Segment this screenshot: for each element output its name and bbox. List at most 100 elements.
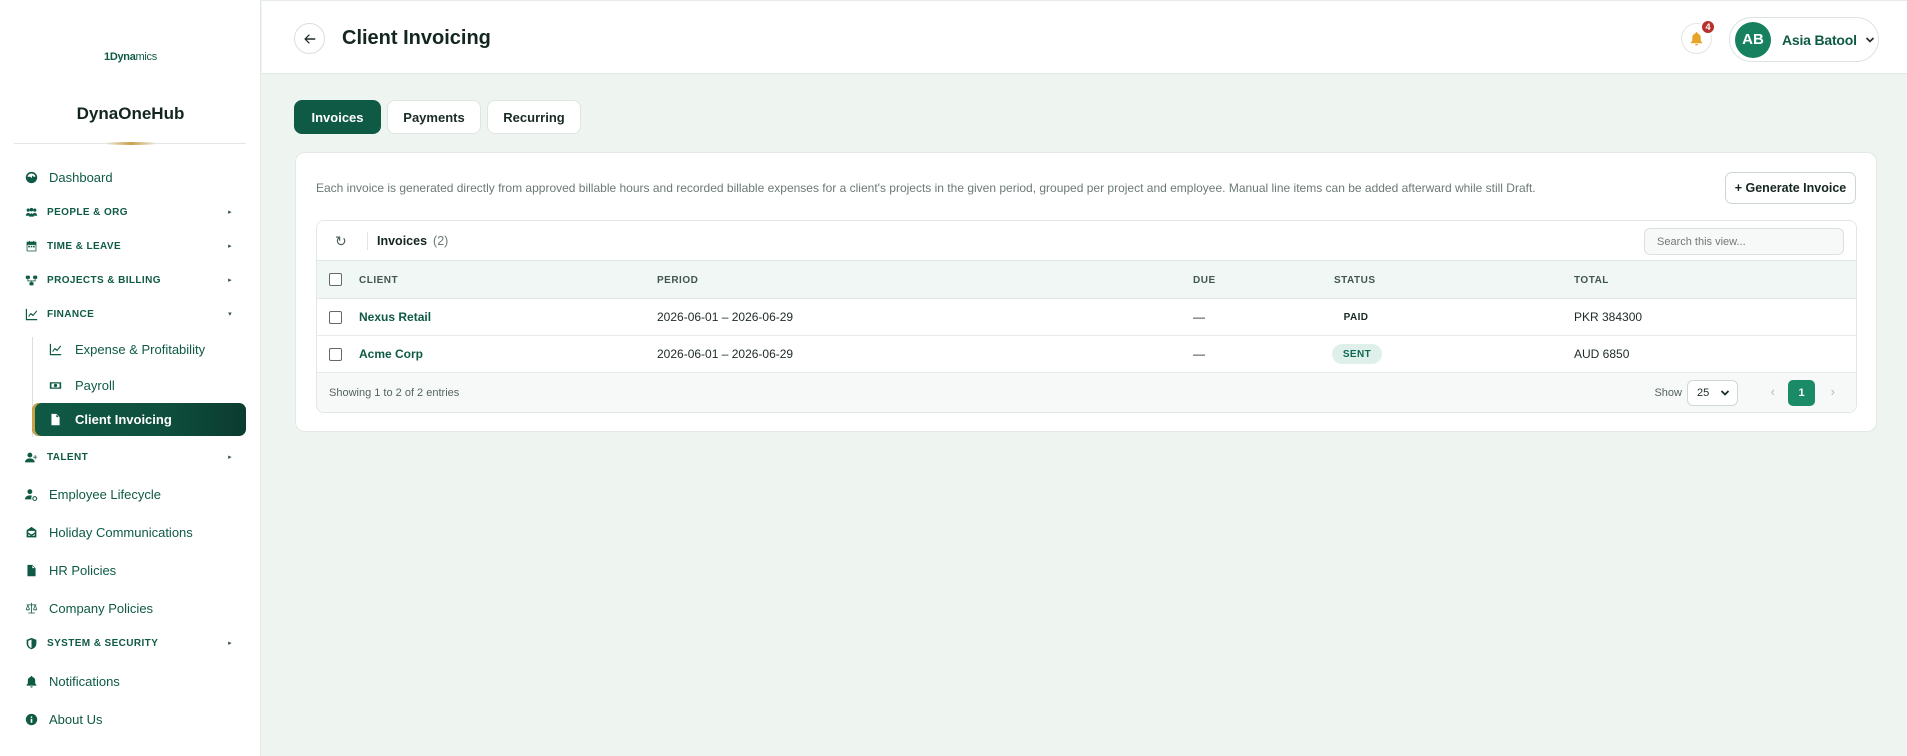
chart-line-icon	[46, 340, 64, 358]
sidebar-item-label: About Us	[49, 711, 103, 727]
invoices-table: ↻ Invoices(2) CLIENT PERIOD DUE STATUS T…	[316, 220, 1857, 413]
column-header-client[interactable]: CLIENT	[359, 275, 398, 286]
sidebar-item-label: PROJECTS & BILLING	[47, 274, 161, 286]
sidebar-section-finance[interactable]: FINANCE ▾	[16, 299, 246, 329]
status-badge: PAID	[1343, 311, 1369, 323]
sidebar-section-talent[interactable]: TALENT ▸	[16, 442, 246, 472]
projects-icon	[22, 271, 40, 289]
client-link[interactable]: Acme Corp	[359, 347, 423, 361]
column-header-total[interactable]: TOTAL	[1574, 275, 1609, 286]
sidebar-section-projects-billing[interactable]: PROJECTS & BILLING ▸	[16, 265, 246, 295]
sidebar-item-payroll[interactable]: Payroll	[32, 370, 246, 400]
sidebar-item-label: Employee Lifecycle	[49, 486, 161, 502]
document-icon	[46, 411, 64, 429]
chevron-right-icon: ▸	[228, 640, 232, 647]
prev-page-icon[interactable]: ‹	[1771, 384, 1775, 399]
page-size-select[interactable]: 25	[1687, 380, 1738, 406]
sidebar-item-label: TIME & LEAVE	[47, 240, 122, 252]
sidebar-item-expense-profitability[interactable]: Expense & Profitability	[32, 334, 246, 364]
money-icon	[46, 376, 64, 394]
due-cell: —	[1193, 310, 1205, 324]
tab-recurring[interactable]: Recurring	[487, 100, 581, 134]
user-menu[interactable]: AB Asia Batool	[1729, 17, 1879, 62]
tab-payments[interactable]: Payments	[387, 100, 481, 134]
chevron-right-icon: ▸	[228, 243, 232, 250]
table-row[interactable]: Acme Corp 2026-06-01 – 2026-06-29 — SENT…	[317, 336, 1856, 373]
page-title: Client Invoicing	[342, 27, 491, 49]
column-header-period[interactable]: PERIOD	[657, 275, 698, 286]
sidebar-item-label: Holiday Communications	[49, 524, 193, 540]
invoice-description: Each invoice is generated directly from …	[316, 181, 1536, 195]
brand-accent	[106, 142, 156, 145]
generate-invoice-button[interactable]: + Generate Invoice	[1725, 172, 1856, 204]
info-icon	[22, 710, 40, 728]
back-button[interactable]	[294, 23, 325, 54]
user-name: Asia Batool	[1782, 31, 1857, 48]
chevron-right-icon: ▸	[228, 277, 232, 284]
page-size-value: 25	[1697, 387, 1710, 399]
sidebar-item-label: Company Policies	[49, 600, 154, 616]
avatar: AB	[1735, 21, 1771, 58]
company-logo: 1Dynamics	[104, 51, 157, 63]
sidebar-item-label: Notifications	[49, 673, 120, 689]
column-header-status[interactable]: STATUS	[1334, 275, 1376, 286]
bell-icon	[22, 672, 40, 690]
period-cell: 2026-06-01 – 2026-06-29	[657, 347, 794, 361]
table-row[interactable]: Nexus Retail 2026-06-01 – 2026-06-29 — P…	[317, 299, 1856, 336]
bell-icon	[1690, 31, 1703, 46]
table-title: Invoices (2)	[377, 234, 449, 248]
sidebar-item-company-policies[interactable]: Company Policies	[16, 593, 246, 623]
row-checkbox[interactable]	[329, 348, 342, 361]
sidebar-item-notifications[interactable]: Notifications	[16, 666, 246, 696]
sidebar-item-label: FINANCE	[47, 308, 95, 320]
arrow-left-icon	[303, 33, 315, 44]
sidebar-item-about-us[interactable]: About Us	[16, 704, 246, 734]
table-footer: Showing 1 to 2 of 2 entries Show 25 ‹ 1 …	[317, 373, 1856, 412]
page-size-label: Show	[1654, 387, 1682, 399]
file-icon	[22, 561, 40, 579]
chevron-down-icon	[1865, 36, 1874, 43]
calendar-icon	[22, 237, 40, 255]
chevron-right-icon: ▸	[228, 209, 232, 216]
sidebar: 1Dynamics DynaOneHub Dashboard PEOPLE & …	[0, 0, 261, 756]
sidebar-item-label: Expense & Profitability	[75, 341, 206, 357]
notification-count-badge: 4	[1700, 19, 1716, 35]
status-badge: SENT	[1332, 344, 1382, 364]
select-all-checkbox[interactable]	[329, 273, 342, 286]
sidebar-item-holiday-communications[interactable]: Holiday Communications	[16, 517, 246, 547]
brand-name: DynaOneHub	[76, 104, 185, 123]
chevron-right-icon: ▸	[228, 454, 232, 461]
sidebar-item-label: Dashboard	[49, 169, 113, 185]
total-cell: PKR 384300	[1574, 310, 1643, 324]
chevron-down-icon: ▾	[228, 311, 232, 318]
sidebar-section-time-leave[interactable]: TIME & LEAVE ▸	[16, 231, 246, 261]
tab-invoices[interactable]: Invoices	[294, 100, 381, 134]
table-toolbar: ↻ Invoices (2)	[317, 221, 1856, 261]
column-header-due[interactable]: DUE	[1193, 275, 1216, 286]
sidebar-item-label: Payroll	[75, 377, 115, 393]
page-button-current[interactable]: 1	[1788, 380, 1815, 406]
next-page-icon[interactable]: ›	[1831, 384, 1835, 399]
sidebar-section-system-security[interactable]: SYSTEM & SECURITY ▸	[16, 628, 246, 658]
sidebar-item-hr-policies[interactable]: HR Policies	[16, 555, 246, 585]
chevron-down-icon	[1720, 390, 1730, 396]
sidebar-item-label: SYSTEM & SECURITY	[47, 637, 159, 649]
chart-icon	[22, 305, 40, 323]
sidebar-section-people-org[interactable]: PEOPLE & ORG ▸	[16, 197, 246, 227]
people-icon	[22, 203, 40, 221]
mail-icon	[22, 523, 40, 541]
toolbar-divider	[367, 232, 368, 250]
client-link[interactable]: Nexus Retail	[359, 310, 431, 324]
sidebar-item-client-invoicing[interactable]: Client Invoicing	[32, 403, 246, 436]
dashboard-icon	[22, 168, 40, 186]
search-input[interactable]	[1644, 228, 1844, 255]
total-cell: AUD 6850	[1574, 347, 1630, 361]
row-checkbox[interactable]	[329, 311, 342, 324]
sidebar-item-dashboard[interactable]: Dashboard	[16, 162, 246, 192]
sidebar-item-label: Client Invoicing	[75, 412, 172, 427]
user-plus-icon	[22, 448, 40, 466]
sidebar-item-employee-lifecycle[interactable]: Employee Lifecycle	[16, 479, 246, 509]
refresh-icon[interactable]: ↻	[335, 233, 347, 250]
invoices-card: Each invoice is generated directly from …	[295, 152, 1877, 432]
entries-summary: Showing 1 to 2 of 2 entries	[329, 387, 460, 399]
